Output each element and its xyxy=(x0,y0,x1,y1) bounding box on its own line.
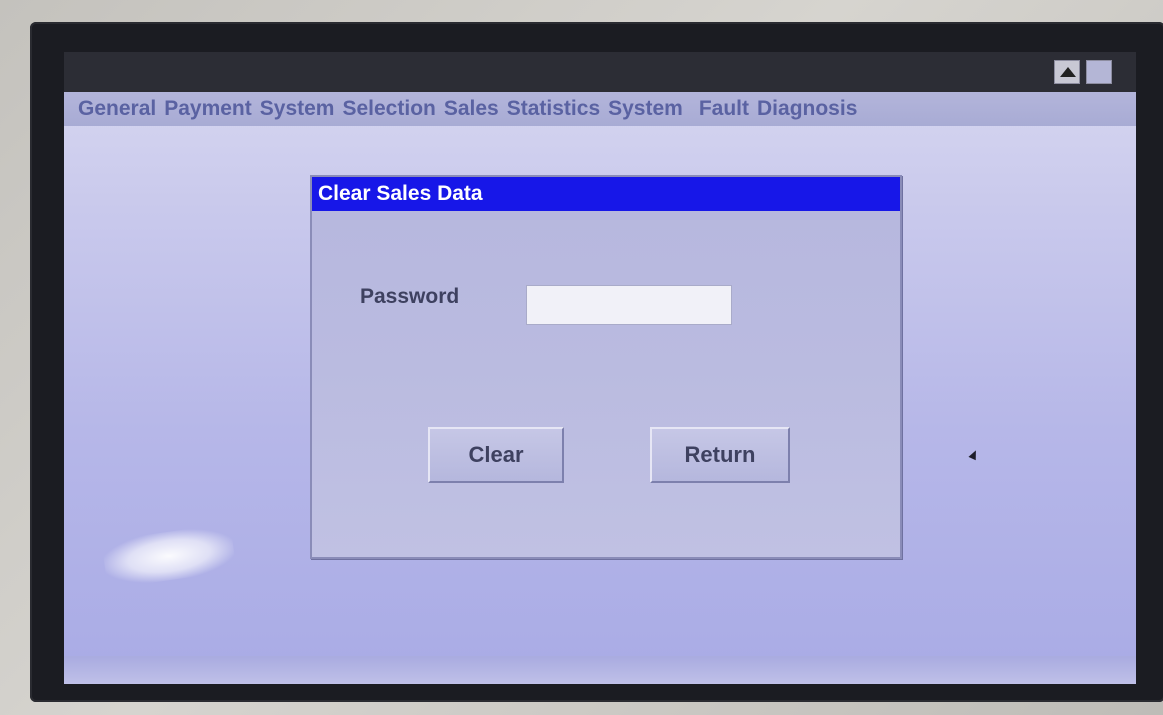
menu-sales-statistics-word1[interactable]: Sales xyxy=(444,97,499,121)
bottom-strip xyxy=(64,656,1136,684)
menu-general[interactable]: General xyxy=(78,97,156,121)
dialog-title: Clear Sales Data xyxy=(312,177,900,211)
menu-system[interactable]: System xyxy=(608,97,683,121)
pointer-cursor-icon xyxy=(968,448,980,461)
clear-button[interactable]: Clear xyxy=(428,427,564,483)
screen-glare xyxy=(101,523,237,589)
menu-system-selection-word1[interactable]: System xyxy=(260,97,335,121)
window-restore-button[interactable] xyxy=(1086,60,1112,84)
menu-fault-diagnosis-word1[interactable]: Fault xyxy=(699,97,749,121)
menu-fault-diagnosis-word2[interactable]: Diagnosis xyxy=(757,97,857,121)
triangle-up-icon xyxy=(1060,67,1076,77)
title-strip xyxy=(64,52,1136,92)
menu-bar: General Payment System Selection Sales S… xyxy=(64,92,1136,126)
password-input[interactable] xyxy=(526,285,732,325)
menu-system-selection-word2[interactable]: Selection xyxy=(342,97,435,121)
return-button[interactable]: Return xyxy=(650,427,790,483)
scroll-up-button[interactable] xyxy=(1054,60,1080,84)
menu-sales-statistics-word2[interactable]: Statistics xyxy=(507,97,600,121)
password-label: Password xyxy=(360,285,460,308)
menu-payment[interactable]: Payment xyxy=(164,97,252,121)
clear-sales-data-dialog: Clear Sales Data Password Clear Return xyxy=(310,175,902,559)
hmi-screen: General Payment System Selection Sales S… xyxy=(64,52,1136,684)
